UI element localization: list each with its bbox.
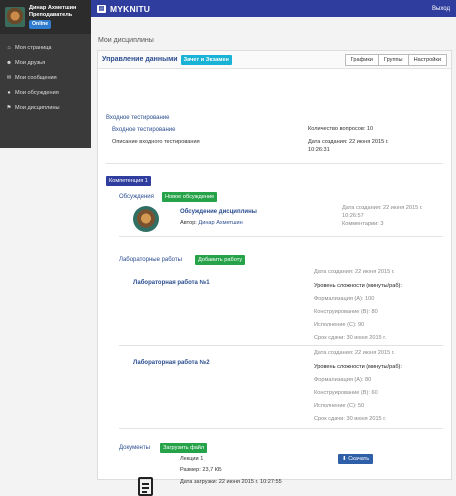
author-prefix: Автор: [180,220,197,226]
discussion-author: Автор: Динар Ахметшин [180,220,243,226]
profile-block: Динар Ахметшин Преподаватель Online [0,0,91,34]
add-lab-button[interactable]: Добавить работу [195,255,246,265]
users-icon: ☻ [6,59,12,66]
entry-test-description: Описание входного тестирования [112,139,200,145]
file-name: Лекции 1 [180,456,204,462]
charts-button[interactable]: Графики [344,53,379,66]
sidebar-item-disciplines[interactable]: ⚑ Мои дисциплины [0,100,91,115]
sidebar-item-discussions[interactable]: ● Мои обсуждения [0,85,91,100]
author-link[interactable]: Динар Ахметшин [198,220,242,226]
upload-file-button[interactable]: Загрузить файл [160,443,208,453]
user-role: Преподаватель [29,12,73,18]
lab-1-title[interactable]: Лабораторная работа №1 [133,280,210,286]
lab-2-title[interactable]: Лабораторная работа №2 [133,360,210,366]
groups-button[interactable]: Группы [377,53,409,66]
lab-2-level-heading: Уровень сложности (минуты/раб): [314,364,402,370]
main-content: Мои дисциплины Управление данными Зачет … [91,17,456,496]
documents-label: Документы [119,445,150,451]
lab-1-level-heading: Уровень сложности (минуты/раб): [314,283,402,289]
discussions-label: Обсуждения [119,194,154,200]
lab-2-construction: Конструирование (B): 60 [314,390,378,396]
home-icon: ⌂ [7,44,11,51]
settings-button[interactable]: Настройки [407,53,447,66]
entry-test-created: Дата создания: 22 июня 2015 г. 10:26:31 [308,139,389,153]
file-size: Размер: 23,7 КБ [180,467,222,473]
document-file-icon[interactable] [138,477,153,496]
file-uploaded-date: Дата загрузки: 22 июня 2015 г. 10:27:55 [180,479,282,485]
divider [119,428,443,429]
discipline-panel: Управление данными Зачет и Экзамен Графи… [97,50,452,496]
divider [119,236,443,237]
author-avatar[interactable] [133,206,159,232]
divider [119,345,443,346]
panel-button-group: Графики Группы Настройки [344,53,447,66]
entry-test-questions: Количество вопросов: 10 [308,126,374,132]
sidebar: Динар Ахметшин Преподаватель Online ⌂ Мо… [0,0,91,148]
top-bar: ▤ MYKNITU Выход [91,0,456,17]
brand[interactable]: ▤ MYKNITU [97,4,150,14]
exam-type-tag[interactable]: Зачет и Экзамен [180,54,232,65]
sidebar-item-my-page[interactable]: ⌂ Моя страница [0,40,91,55]
lab-1-construction: Конструирование (B): 80 [314,309,378,315]
sidebar-item-label: Мои дисциплины [15,104,60,111]
sidebar-item-label: Мои обсуждения [15,89,59,96]
lab-2-deadline: Срок сдачи: 30 июня 2015 г. [314,416,387,422]
competence-badge[interactable]: Компетенция 1 [106,176,151,186]
lab-2-execution: Исполнение (C): 50 [314,403,365,409]
download-icon: ⬇ [342,456,347,462]
status-badge: Online [29,20,52,29]
lab-2-formalization: Формализация (A): 80 [314,377,372,383]
comments-icon: ● [7,89,11,96]
sidebar-item-label: Моя страница [15,44,52,51]
lab-1-deadline: Срок сдачи: 30 июня 2015 г. [314,335,387,341]
new-discussion-button[interactable]: Новое обсуждение [162,192,218,202]
discussion-created: Дата создания: 22 июня 2015 г. 10:26:57 [342,205,423,219]
lab-1-created: Дата создания: 22 июня 2015 г. [314,269,395,275]
brand-name: MYKNITU [110,3,151,14]
download-label: Скачать [348,456,370,462]
panel-title: Управление данными [102,56,178,63]
user-name: Динар Ахметшин [29,5,77,11]
lab-2-created: Дата создания: 22 июня 2015 г. [314,350,395,356]
lab-1-execution: Исполнение (C): 90 [314,322,365,328]
lab-1-formalization: Формализация (A): 100 [314,296,375,302]
download-button[interactable]: ⬇ Скачать [338,454,374,464]
entry-test-title[interactable]: Входное тестирование [112,127,175,133]
discussion-title[interactable]: Обсуждение дисциплины [180,209,257,215]
avatar[interactable] [5,7,25,27]
flag-icon: ⚑ [6,104,12,111]
page-title: Мои дисциплины [98,37,154,44]
divider [106,163,443,164]
labs-label: Лабораторные работы [119,257,182,263]
envelope-icon: ✉ [6,74,12,81]
discussion-comments: Комментарии: 3 [342,221,384,227]
sidebar-item-label: Мои друзья [15,59,46,66]
sidebar-item-messages[interactable]: ✉ Мои сообщения [0,70,91,85]
entry-test-section-title: Входное тестирование [106,115,170,121]
sidebar-item-friends[interactable]: ☻ Мои друзья [0,55,91,70]
logout-link[interactable]: Выход [432,6,450,12]
panel-header: Управление данными Зачет и Экзамен Графи… [98,51,451,69]
sidebar-item-label: Мои сообщения [15,74,57,81]
building-icon: ▤ [97,4,106,13]
